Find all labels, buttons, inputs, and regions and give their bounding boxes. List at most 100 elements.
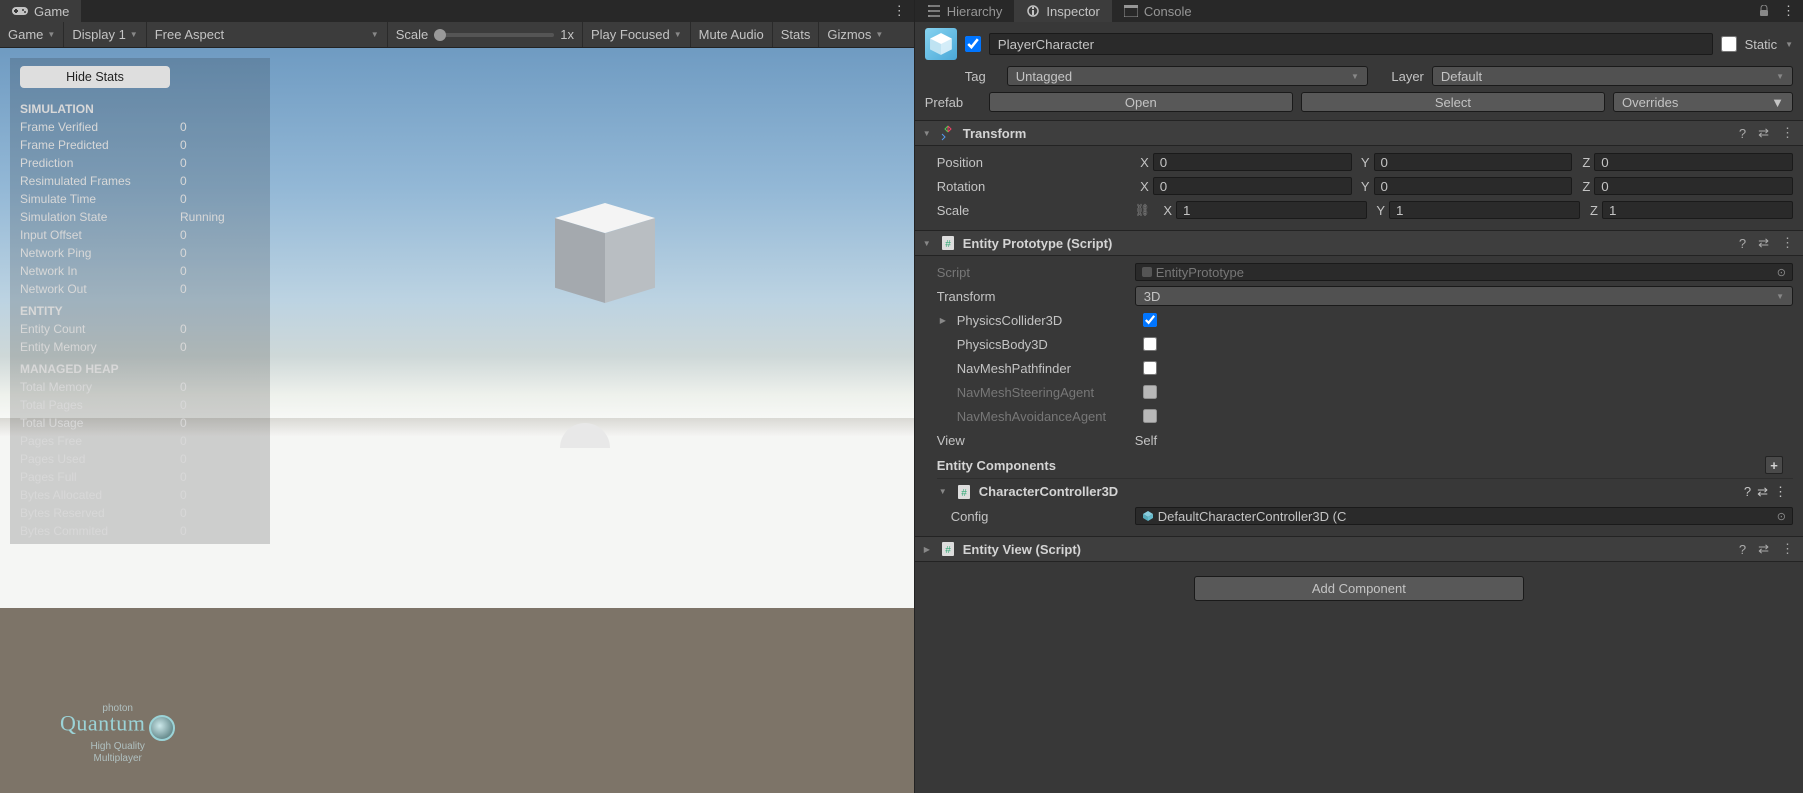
stats-row: Network Ping0 xyxy=(10,244,270,262)
inspector-body: Static ▼ Tag Untagged▼ Layer Default▼ Pr… xyxy=(915,22,1803,793)
object-picker-icon[interactable]: ⊙ xyxy=(1777,266,1786,279)
context-menu-icon[interactable]: ⋮ xyxy=(1778,125,1797,141)
svg-text:#: # xyxy=(945,545,951,556)
rotation-label: Rotation xyxy=(937,179,1127,194)
help-icon[interactable]: ? xyxy=(1736,126,1749,141)
script-asset-icon xyxy=(1142,267,1152,277)
physics-body-checkbox[interactable] xyxy=(1143,337,1157,351)
stats-section-header: ENTITY xyxy=(10,298,270,320)
scene-cube xyxy=(555,203,655,318)
add-component-button[interactable]: Add Component xyxy=(1194,576,1524,601)
context-menu-icon[interactable]: ⋮ xyxy=(1774,484,1787,500)
hide-stats-button[interactable]: Hide Stats xyxy=(20,66,170,88)
help-icon[interactable]: ? xyxy=(1736,542,1749,557)
static-checkbox[interactable] xyxy=(1721,36,1737,52)
stats-section-header: SIMULATION xyxy=(10,96,270,118)
scale-control: Scale 1x xyxy=(388,22,582,47)
tab-game-label: Game xyxy=(34,4,69,19)
stats-row: Pages Free0 xyxy=(10,432,270,450)
prefab-overrides-dropdown[interactable]: Overrides▼ xyxy=(1613,92,1793,112)
stats-row: Resimulated Frames0 xyxy=(10,172,270,190)
component-entityproto-header[interactable]: ▼ # Entity Prototype (Script) ? ⇄ ⋮ xyxy=(915,230,1803,256)
playmode-dropdown[interactable]: Play Focused▼ xyxy=(583,22,690,47)
preset-icon[interactable]: ⇄ xyxy=(1757,484,1768,500)
physics-collider-label: PhysicsCollider3D xyxy=(957,313,1135,328)
constrain-scale-icon[interactable]: ⛓ xyxy=(1135,203,1150,217)
layer-label: Layer xyxy=(1376,69,1424,84)
context-menu-icon[interactable]: ⋮ xyxy=(1778,235,1797,251)
context-menu-icon[interactable]: ⋮ xyxy=(1778,541,1797,557)
script-icon: # xyxy=(939,540,957,558)
preset-icon[interactable]: ⇄ xyxy=(1755,125,1772,141)
position-x-input[interactable] xyxy=(1153,153,1352,171)
layer-dropdown[interactable]: Default▼ xyxy=(1432,66,1793,86)
component-entityview-header[interactable]: ▶ # Entity View (Script) ? ⇄ ⋮ xyxy=(915,536,1803,562)
stats-row: Pages Full0 xyxy=(10,468,270,486)
navpath-checkbox[interactable] xyxy=(1143,361,1157,375)
stats-row: Frame Verified0 xyxy=(10,118,270,136)
stats-row: Bytes Reserved0 xyxy=(10,504,270,522)
position-z-input[interactable] xyxy=(1594,153,1793,171)
stats-row: Bytes Allocated0 xyxy=(10,486,270,504)
add-entity-component-button[interactable]: + xyxy=(1765,456,1783,474)
static-label: Static xyxy=(1745,37,1778,52)
position-y-input[interactable] xyxy=(1374,153,1573,171)
stats-row: Frame Predicted0 xyxy=(10,136,270,154)
stats-button[interactable]: Stats xyxy=(773,22,819,47)
scale-z-input[interactable] xyxy=(1602,201,1793,219)
stats-row: Network Out0 xyxy=(10,280,270,298)
subcomp-cc3d-header[interactable]: ▼ # CharacterController3D ? ⇄ ⋮ xyxy=(937,478,1793,504)
game-view-dropdown[interactable]: Game▼ xyxy=(0,22,63,47)
prefab-select-button[interactable]: Select xyxy=(1301,92,1605,112)
component-transform-header[interactable]: ▼ Transform ? ⇄ ⋮ xyxy=(915,120,1803,146)
foldout-icon[interactable]: ▼ xyxy=(921,239,933,248)
preset-icon[interactable]: ⇄ xyxy=(1755,235,1772,251)
stats-row: Simulation StateRunning xyxy=(10,208,270,226)
prefab-open-button[interactable]: Open xyxy=(989,92,1293,112)
asset-cube-icon xyxy=(1142,510,1154,522)
navavoid-label: NavMeshAvoidanceAgent xyxy=(957,409,1135,424)
display-dropdown[interactable]: Display 1▼ xyxy=(64,22,145,47)
photon-logo: photon Quantum High Quality Multiplayer xyxy=(60,703,175,765)
game-viewport[interactable]: Hide Stats SIMULATIONFrame Verified0Fram… xyxy=(0,48,914,793)
proto-transform-dropdown[interactable]: 3D▼ xyxy=(1135,286,1793,306)
tab-console[interactable]: Console xyxy=(1112,0,1204,22)
view-label: View xyxy=(937,433,1127,448)
scale-x-input[interactable] xyxy=(1176,201,1367,219)
console-icon xyxy=(1124,5,1138,17)
tab-hierarchy[interactable]: Hierarchy xyxy=(915,0,1015,22)
tab-inspector[interactable]: Inspector xyxy=(1014,0,1111,22)
foldout-icon[interactable]: ▶ xyxy=(937,316,949,325)
foldout-icon[interactable]: ▼ xyxy=(937,487,949,496)
preset-icon[interactable]: ⇄ xyxy=(1755,541,1772,557)
physics-collider-checkbox[interactable] xyxy=(1143,313,1157,327)
gameobject-active-checkbox[interactable] xyxy=(965,36,981,52)
static-dropdown-caret[interactable]: ▼ xyxy=(1785,40,1793,49)
physics-body-label: PhysicsBody3D xyxy=(957,337,1135,352)
aspect-dropdown[interactable]: Free Aspect▼ xyxy=(147,22,387,47)
mute-audio-button[interactable]: Mute Audio xyxy=(691,22,772,47)
component-entityproto-body: Script EntityPrototype⊙ Transform 3D▼ ▶ … xyxy=(915,256,1803,536)
gameobject-name-input[interactable] xyxy=(989,33,1713,55)
stats-row: Entity Memory0 xyxy=(10,338,270,356)
cc3d-config-field[interactable]: DefaultCharacterController3D (C ⊙ xyxy=(1135,507,1793,525)
scale-slider[interactable] xyxy=(434,33,554,37)
scale-y-input[interactable] xyxy=(1389,201,1580,219)
panel-menu-icon[interactable]: ⋮ xyxy=(885,0,914,22)
tag-dropdown[interactable]: Untagged▼ xyxy=(1007,66,1368,86)
rotation-x-input[interactable] xyxy=(1153,177,1352,195)
tab-game[interactable]: Game xyxy=(0,0,81,22)
gizmos-dropdown[interactable]: Gizmos▼ xyxy=(819,22,891,47)
lock-icon[interactable] xyxy=(1754,0,1774,22)
rotation-y-input[interactable] xyxy=(1374,177,1573,195)
help-icon[interactable]: ? xyxy=(1736,236,1749,251)
rotation-z-input[interactable] xyxy=(1594,177,1793,195)
stats-overlay: Hide Stats SIMULATIONFrame Verified0Fram… xyxy=(10,58,270,544)
foldout-icon[interactable]: ▼ xyxy=(921,129,933,138)
script-label: Script xyxy=(937,265,1127,280)
foldout-icon[interactable]: ▶ xyxy=(921,545,933,554)
help-icon[interactable]: ? xyxy=(1744,484,1751,499)
panel-menu-icon[interactable]: ⋮ xyxy=(1774,0,1803,22)
script-field: EntityPrototype⊙ xyxy=(1135,263,1793,281)
object-picker-icon[interactable]: ⊙ xyxy=(1777,510,1786,523)
